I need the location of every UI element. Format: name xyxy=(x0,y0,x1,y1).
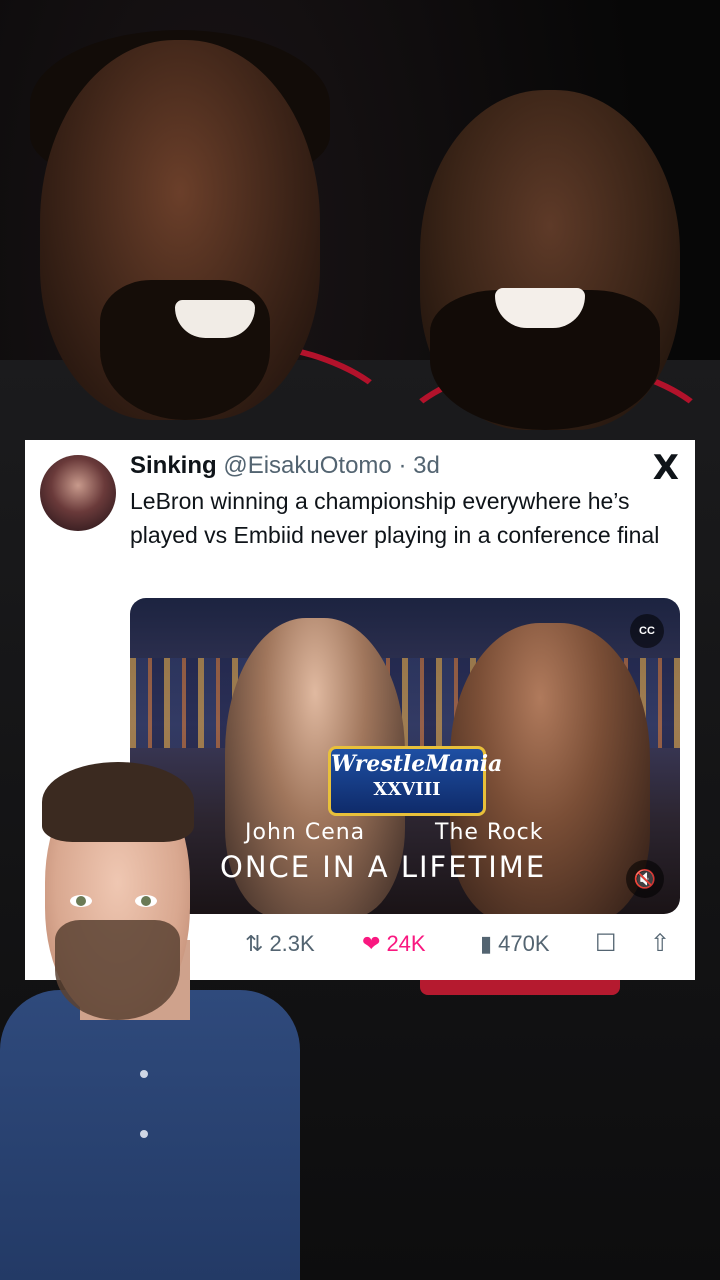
caption-right: The Rock xyxy=(435,820,544,845)
creator-hair xyxy=(42,762,194,842)
tweet-time: · 3d xyxy=(398,452,440,479)
creator-eye-left xyxy=(70,895,92,907)
display-name[interactable]: Sinking xyxy=(130,452,217,479)
player-right-smile xyxy=(495,288,585,328)
user-handle[interactable]: @EisakuOtomo xyxy=(223,452,391,479)
like-count: 24K xyxy=(386,931,426,956)
logo-line1: WrestleMania xyxy=(331,751,503,777)
shirt-button xyxy=(140,1070,148,1078)
bookmark-icon: ☐ xyxy=(595,930,617,957)
tweet-text: LeBron winning a championship everywhere… xyxy=(130,488,660,548)
tweet-header: Sinking @EisakuOtomo · 3d xyxy=(130,452,635,482)
shirt-button xyxy=(140,1130,148,1138)
bookmark-button[interactable]: ☐ xyxy=(595,926,617,962)
heart-icon: ❤ xyxy=(362,931,381,956)
views-icon: ▮ xyxy=(480,931,493,956)
creator-eye-right xyxy=(135,895,157,907)
x-logo-icon: X xyxy=(652,448,679,488)
mute-button[interactable]: 🔇 xyxy=(626,860,664,898)
creator-beard xyxy=(55,920,180,1020)
share-button[interactable]: ⇧ xyxy=(650,926,670,962)
logo-line2: XXVIII xyxy=(373,779,441,800)
creator-shirt xyxy=(0,990,300,1280)
user-avatar[interactable] xyxy=(40,455,116,531)
captions-button[interactable]: CC xyxy=(630,614,664,648)
view-count: 470K xyxy=(498,931,550,956)
creator-webcam-overlay xyxy=(0,762,300,1280)
wrestlemania-logo: WrestleMania XXVIII xyxy=(328,746,502,816)
views-button[interactable]: ▮ 470K xyxy=(480,926,550,962)
like-button[interactable]: ❤ 24K xyxy=(362,926,426,962)
speaker-muted-icon: 🔇 xyxy=(633,869,657,889)
share-icon: ⇧ xyxy=(650,930,671,957)
